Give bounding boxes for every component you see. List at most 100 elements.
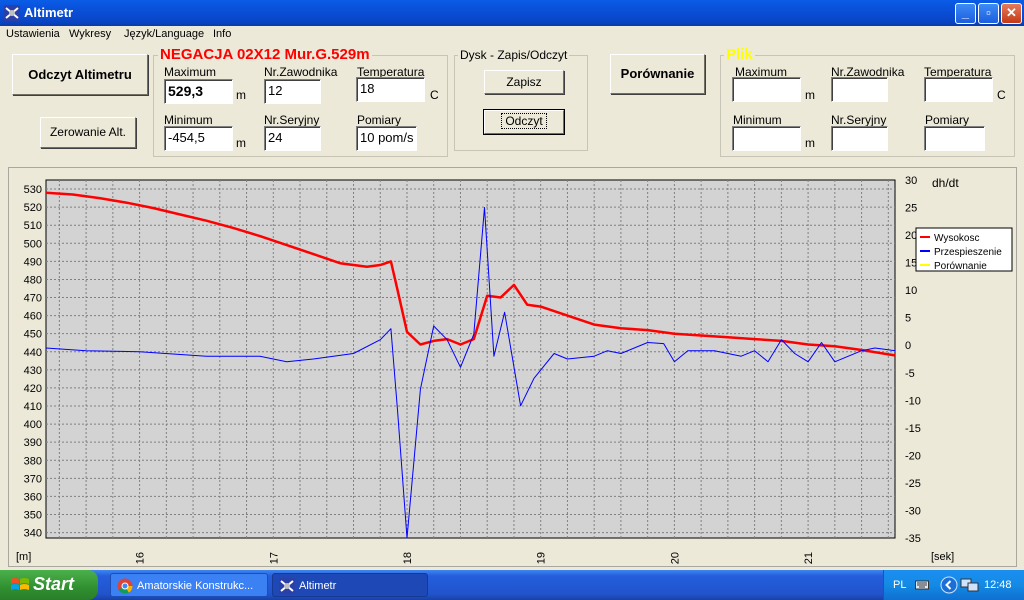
file-serial-label: Nr.Seryjny <box>831 113 887 127</box>
app-icon <box>279 578 295 594</box>
y2-tick-label: 25 <box>905 203 917 215</box>
file-minimum-label: Minimum <box>733 113 782 127</box>
taskbar-item-label: Amatorskie Konstrukc... <box>137 580 254 592</box>
y-tick-label: 440 <box>24 347 42 359</box>
file-maximum-field[interactable] <box>732 77 801 102</box>
menu-info[interactable]: Info <box>213 28 231 40</box>
save-button[interactable]: Zapisz <box>484 70 564 94</box>
legend-entry: Wysokosc <box>934 233 979 244</box>
y-tick-label: 350 <box>24 509 42 521</box>
y2-tick-label: -10 <box>905 395 921 407</box>
file-minimum-unit: m <box>805 136 815 150</box>
window-title: Altimetr <box>24 5 74 20</box>
disk-group-title: Dysk - Zapis/Odczyt <box>458 48 570 62</box>
menu-bar: Ustawienia Wykresy Język/Language Info <box>0 26 1024 44</box>
x-tick-label: 16 <box>135 552 147 564</box>
x-tick-label: 21 <box>803 552 815 564</box>
y-tick-label: 420 <box>24 383 42 395</box>
network-icon[interactable] <box>960 577 980 593</box>
reset-altitude-button[interactable]: Zerowanie Alt. <box>40 117 136 148</box>
app-icon <box>4 5 20 21</box>
y-tick-label: 520 <box>24 202 42 214</box>
close-button[interactable]: ✕ <box>1001 3 1022 24</box>
y2-axis-label: dh/dt <box>932 176 959 190</box>
y2-tick-label: -30 <box>905 505 921 517</box>
legend-entry: Przespieszenie <box>934 247 1002 258</box>
file-maximum-unit: m <box>805 88 815 102</box>
y-tick-label: 490 <box>24 256 42 268</box>
taskbar-item-browser[interactable]: Amatorskie Konstrukc... <box>110 573 268 597</box>
chart-panel: 340 350 360 370 380 390 400 410 420 430 440 450 460 4… <box>8 167 1017 567</box>
maximum-field[interactable]: 529,3 <box>164 79 233 104</box>
menu-wykresy[interactable]: Wykresy <box>69 28 111 40</box>
y2-tick-label: -20 <box>905 450 921 462</box>
y-tick-label: 400 <box>24 419 42 431</box>
y-tick-label: 410 <box>24 401 42 413</box>
y-tick-label: 450 <box>24 329 42 341</box>
start-label: Start <box>33 574 75 594</box>
load-button-label: Odczyt <box>501 113 547 129</box>
y2-tick-label: -35 <box>905 533 921 545</box>
clock[interactable]: 12:48 <box>984 579 1012 591</box>
chevron-left-icon[interactable] <box>940 576 958 594</box>
x-tick-label: 18 <box>402 552 414 564</box>
y-tick-label: 370 <box>24 473 42 485</box>
keyboard-icon[interactable] <box>915 578 929 592</box>
y-tick-label: 530 <box>24 184 42 196</box>
competitor-field[interactable]: 12 <box>264 79 321 104</box>
title-bar[interactable]: Altimetr _ ▫ ✕ <box>0 0 1024 26</box>
y-tick-label: 470 <box>24 293 42 305</box>
y2-tick-label: 0 <box>905 340 911 352</box>
current-record-title: NEGACJA 02X12 Mur.G.529m <box>158 46 372 63</box>
y-tick-label: 390 <box>24 437 42 449</box>
menu-language[interactable]: Język/Language <box>124 28 204 40</box>
y2-tick-label: 30 <box>905 175 917 187</box>
app-window: Altimetr _ ▫ ✕ Ustawienia Wykresy Język/… <box>0 0 1024 570</box>
file-measurements-label: Pomiary <box>925 113 970 127</box>
y-tick-label: 480 <box>24 274 42 286</box>
y2-tick-label: 5 <box>905 313 911 325</box>
altitude-chart[interactable]: 340 350 360 370 380 390 400 410 420 430 440 450 460 4… <box>9 168 1018 568</box>
y2-tick-label: 15 <box>905 258 917 270</box>
serial-field[interactable]: 24 <box>264 126 321 151</box>
taskbar-item-altimetr[interactable]: Altimetr <box>272 573 428 597</box>
x-axis-label: [sek] <box>931 551 954 563</box>
measurements-field[interactable]: 10 pom/s <box>356 126 417 151</box>
file-minimum-field[interactable] <box>732 126 801 151</box>
serial-label: Nr.Seryjny <box>264 113 320 127</box>
y-tick-label: 360 <box>24 491 42 503</box>
language-indicator[interactable]: PL <box>893 579 906 591</box>
file-temperature-field[interactable] <box>924 77 993 102</box>
load-button[interactable]: Odczyt <box>483 109 565 135</box>
y-tick-label: 430 <box>24 365 42 377</box>
file-measurements-field[interactable] <box>924 126 985 151</box>
minimum-field[interactable]: -454,5 <box>164 126 233 151</box>
system-tray: PL 12:48 <box>883 570 1024 600</box>
file-group-title: Plik <box>724 46 755 63</box>
minimize-button[interactable]: _ <box>955 3 976 24</box>
start-button[interactable]: Start <box>0 570 98 600</box>
maximize-button[interactable]: ▫ <box>978 3 999 24</box>
file-competitor-field[interactable] <box>831 77 888 102</box>
competitor-label: Nr.Zawodnika <box>264 65 338 79</box>
y-tick-label: 340 <box>24 528 42 540</box>
file-serial-field[interactable] <box>831 126 888 151</box>
measurements-label: Pomiary <box>357 113 402 127</box>
y2-tick-label: -15 <box>905 423 921 435</box>
windows-logo-icon <box>11 578 29 590</box>
x-tick-label: 19 <box>536 552 548 564</box>
maximum-unit: m <box>236 88 246 102</box>
y-tick-label: 460 <box>24 311 42 323</box>
temperature-field[interactable]: 18 <box>356 77 425 102</box>
chrome-icon <box>117 578 133 594</box>
taskbar: Start Amatorskie Konstrukc... Altimetr P… <box>0 570 1024 600</box>
read-altimeter-button[interactable]: Odczyt Altimetru <box>12 54 148 95</box>
y2-tick-label: 10 <box>905 285 917 297</box>
y-tick-label: 380 <box>24 455 42 467</box>
compare-button[interactable]: Porównanie <box>610 54 705 94</box>
x-tick-label: 17 <box>268 552 280 564</box>
y-tick-label: 510 <box>24 220 42 232</box>
x-tick-label: 20 <box>669 552 681 564</box>
y2-tick-label: -5 <box>905 368 915 380</box>
menu-ustawienia[interactable]: Ustawienia <box>6 28 60 40</box>
